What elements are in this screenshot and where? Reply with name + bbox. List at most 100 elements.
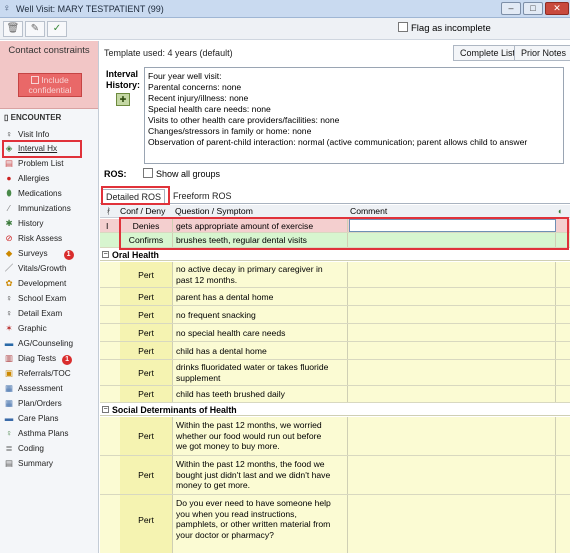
comment-cell[interactable] <box>349 417 556 455</box>
tab-freeform-ros[interactable]: Freeform ROS <box>170 189 235 204</box>
sidebar-item-surveys[interactable]: ◆ Surveys 1 <box>4 248 74 260</box>
delete-icon[interactable]: 🗑 <box>3 21 23 37</box>
pill-icon: ⬮ <box>6 188 12 198</box>
conf-cell[interactable]: Pert <box>120 368 172 379</box>
sidebar: Contact constraints Include confidential… <box>0 41 99 553</box>
col-question[interactable]: Question / Symptom <box>175 206 253 216</box>
question-cell: child has teeth brushed daily <box>176 389 285 399</box>
comment-cell[interactable] <box>349 342 556 359</box>
comment-cell[interactable] <box>349 324 556 341</box>
table-row[interactable]: Pert Within the past 12 months, the food… <box>100 456 570 495</box>
conf-cell[interactable]: Pert <box>120 270 172 281</box>
comment-cell[interactable] <box>349 262 556 287</box>
table-row[interactable]: Pert drinks fluoridated water or takes f… <box>100 360 570 386</box>
sidebar-item-vitals-growth[interactable]: ／ Vitals/Growth <box>4 263 67 274</box>
flag-incomplete-checkbox[interactable]: Flag as incomplete <box>398 22 491 34</box>
globe-icon[interactable]: ◐ <box>558 206 563 216</box>
close-button[interactable]: ✕ <box>545 2 569 15</box>
sidebar-item-asthma-plans[interactable]: ♀ Asthma Plans <box>4 428 69 439</box>
checkbox-icon <box>143 168 154 178</box>
table-row[interactable]: Pert no active decay in primary caregive… <box>100 262 570 288</box>
section-oral-health[interactable]: − Oral Health <box>100 249 570 261</box>
comment-cell[interactable] <box>349 360 556 385</box>
sidebar-item-coding[interactable]: ≣ Coding <box>4 443 44 454</box>
sidebar-item-problem-list[interactable]: ▤ Problem List <box>4 158 64 169</box>
sidebar-item-detail-exam[interactable]: ♀ Detail Exam <box>4 308 62 319</box>
section-social-determinants[interactable]: − Social Determinants of Health <box>100 404 570 416</box>
prior-notes-button[interactable]: Prior Notes <box>514 45 570 61</box>
conf-cell[interactable]: Pert <box>120 328 172 339</box>
complete-list-button[interactable]: Complete List <box>453 45 523 61</box>
comment-cell[interactable] <box>349 288 556 305</box>
conf-cell[interactable]: Denies <box>120 221 172 232</box>
table-row[interactable]: Pert child has a dental home <box>100 342 570 360</box>
conf-cell[interactable]: Pert <box>120 346 172 357</box>
edit-icon[interactable]: ✎ <box>25 21 45 37</box>
table-row[interactable]: Confirms brushes teeth, regular dental v… <box>100 233 570 248</box>
question-cell: gets appropriate amount of exercise <box>176 221 314 231</box>
main-panel: Template used: 4 years (default) Complet… <box>100 41 570 553</box>
table-row[interactable]: Pert child has teeth brushed daily <box>100 386 570 403</box>
sidebar-item-summary[interactable]: ▤ Summary <box>4 458 53 469</box>
sidebar-item-risk-assess[interactable]: ⊘ Risk Assess <box>4 233 62 244</box>
grid-header: ᚯ Conf / Deny Question / Symptom Comment… <box>100 205 570 218</box>
minimize-button[interactable]: – <box>501 2 521 15</box>
comment-cell[interactable] <box>349 386 556 402</box>
maximize-button[interactable]: □ <box>523 2 543 15</box>
conf-cell[interactable]: Pert <box>120 389 172 400</box>
question-cell: no special health care needs <box>176 328 286 338</box>
check-icon[interactable]: ✓ <box>47 21 67 37</box>
template-used: Template used: 4 years (default) <box>104 48 233 58</box>
care-plan-icon: ▬ <box>4 413 14 423</box>
interval-edit-icon[interactable]: ✚ <box>116 93 130 106</box>
pen-icon: ／ <box>4 263 14 273</box>
stethoscope-icon: ♀ <box>5 308 13 318</box>
conf-cell[interactable]: Pert <box>120 292 172 303</box>
table-row[interactable]: Pert no frequent snacking <box>100 306 570 324</box>
sidebar-item-immunizations[interactable]: ⁄ Immunizations <box>4 203 71 214</box>
history-icon: ✱ <box>5 218 13 228</box>
table-row[interactable]: I Denies gets appropriate amount of exer… <box>100 219 570 233</box>
sidebar-item-visit-info[interactable]: ♀ Visit Info <box>4 129 49 140</box>
column-options-icon[interactable]: ᚯ <box>106 206 111 216</box>
sidebar-item-medications[interactable]: ⬮ Medications <box>4 188 61 199</box>
contact-constraints: Contact constraints Include confidential <box>0 41 98 109</box>
tab-detailed-ros[interactable]: Detailed ROS <box>102 189 166 204</box>
comment-cell[interactable] <box>349 456 556 494</box>
sidebar-item-school-exam[interactable]: ♀ School Exam <box>4 293 66 304</box>
comment-cell[interactable] <box>349 233 556 247</box>
sidebar-item-history[interactable]: ✱ History <box>4 218 43 229</box>
include-confidential-checkbox[interactable]: Include confidential <box>18 73 82 97</box>
sidebar-item-care-plans[interactable]: ▬ Care Plans <box>4 413 59 424</box>
sidebar-item-ag-counseling[interactable]: ▬ AG/Counseling <box>4 338 73 349</box>
stethoscope-icon: ♀ <box>3 3 11 14</box>
sidebar-item-development[interactable]: ✿ Development <box>4 278 66 289</box>
sidebar-item-diag-tests[interactable]: ▥ Diag Tests 1 <box>4 353 73 365</box>
sidebar-item-referrals-toc[interactable]: ▣ Referrals/TOC <box>4 368 71 379</box>
table-row[interactable]: Pert parent has a dental home <box>100 288 570 306</box>
collapse-icon[interactable]: − <box>102 406 109 413</box>
comment-cell[interactable] <box>349 306 556 323</box>
col-conf-deny[interactable]: Conf / Deny <box>120 206 165 216</box>
sidebar-item-plan-orders[interactable]: ▦ Plan/Orders <box>4 398 62 409</box>
table-row[interactable]: Pert Within the past 12 months, we worri… <box>100 417 570 456</box>
col-comment[interactable]: Comment <box>350 206 387 216</box>
conf-cell[interactable]: Pert <box>120 470 172 481</box>
show-all-groups-checkbox[interactable]: Show all groups <box>143 168 220 179</box>
conf-cell[interactable]: Pert <box>120 310 172 321</box>
sidebar-item-assessment[interactable]: ▦ Assessment <box>4 383 63 394</box>
sidebar-item-interval-hx[interactable]: ◈ Interval Hx <box>4 143 57 154</box>
table-row[interactable]: Pert Do you ever need to have someone he… <box>100 495 570 553</box>
conf-cell[interactable]: Pert <box>120 515 172 526</box>
interval-history-text[interactable]: Four year well visit: Parental concerns:… <box>144 67 564 164</box>
ros-tabs: Detailed ROS Freeform ROS <box>100 187 570 204</box>
sidebar-item-allergies[interactable]: ● Allergies <box>4 173 49 184</box>
comment-input[interactable] <box>349 219 556 232</box>
table-row[interactable]: Pert no special health care needs <box>100 324 570 342</box>
conf-cell[interactable]: Confirms <box>120 235 172 246</box>
allergy-icon: ● <box>6 173 12 183</box>
conf-cell[interactable]: Pert <box>120 431 172 442</box>
comment-cell[interactable] <box>349 495 556 553</box>
collapse-icon[interactable]: − <box>102 251 109 258</box>
sidebar-item-graphic[interactable]: ✶ Graphic <box>4 323 46 334</box>
